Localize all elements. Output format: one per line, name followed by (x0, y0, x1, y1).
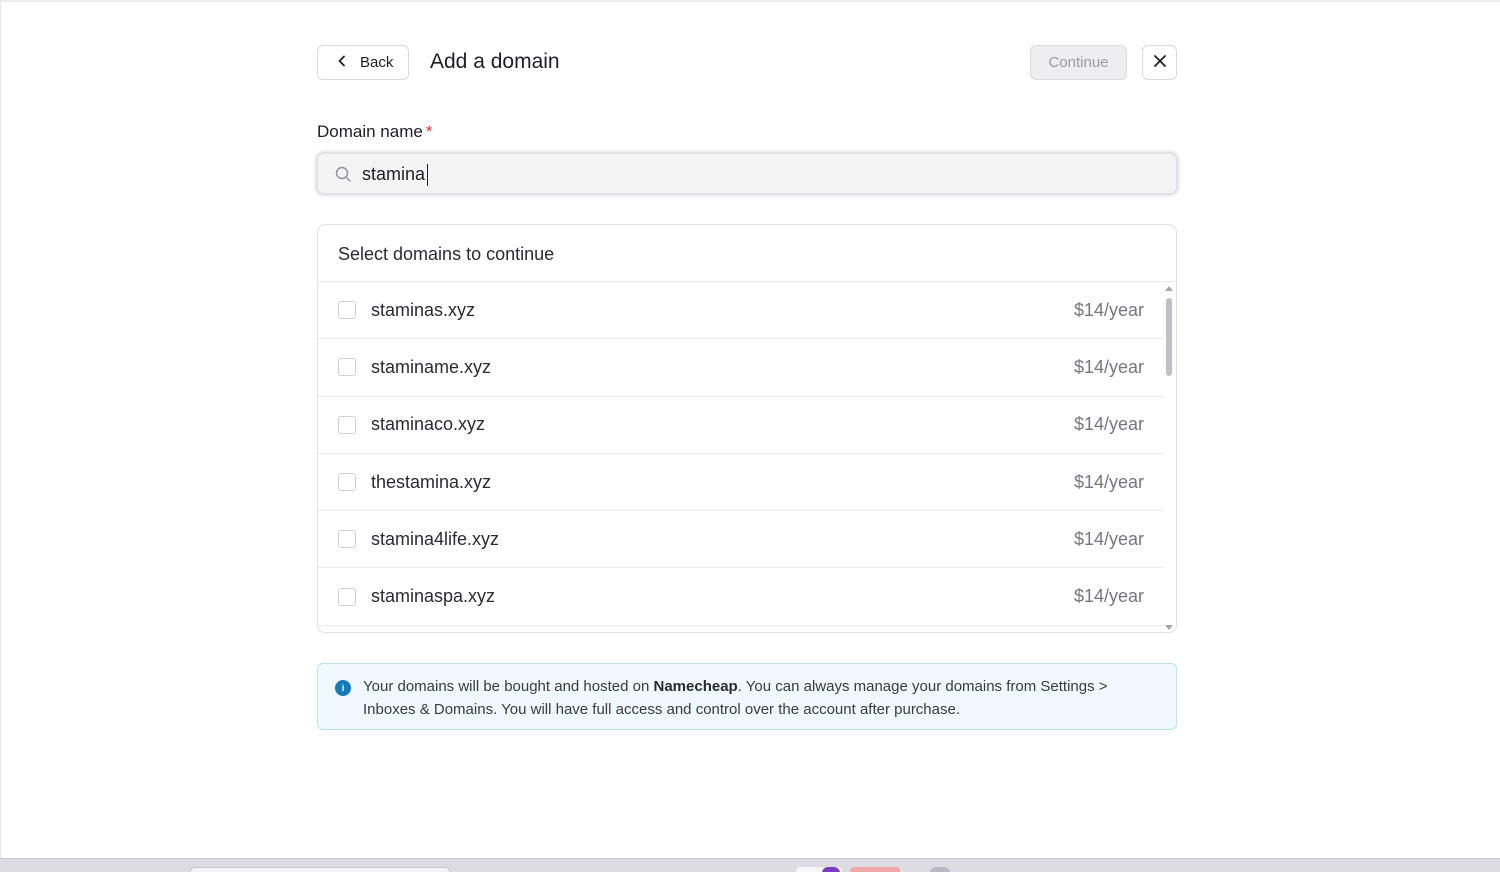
taskbar-search[interactable] (190, 867, 450, 872)
domain-name: staminaco.xyz (371, 414, 486, 435)
domain-list: staminas.xyz $14/year staminame.xyz $14/… (318, 282, 1164, 632)
domain-name: thestamina.xyz (371, 471, 492, 492)
back-label: Back (360, 54, 394, 71)
domain-checkbox[interactable] (338, 415, 356, 434)
domain-row[interactable]: stamina4life.xyz $14/year (318, 511, 1164, 569)
text-caret (427, 164, 428, 186)
back-button[interactable]: Back (317, 45, 409, 80)
domain-row[interactable]: staminame.xyz $14/year (318, 339, 1164, 397)
domain-row[interactable]: staminaco.xyz $14/year (318, 397, 1164, 454)
domain-checkbox[interactable] (338, 587, 356, 606)
scroll-down-arrow-icon[interactable] (1165, 625, 1173, 630)
domain-search-input[interactable] (362, 162, 1152, 186)
scroll-up-arrow-icon[interactable] (1165, 286, 1173, 291)
header: Back Add a domain Continue (317, 45, 1177, 81)
domain-checkbox[interactable] (338, 358, 356, 377)
domain-price: $14/year (1073, 414, 1144, 435)
domain-price: $14/year (1073, 586, 1144, 607)
domain-name-label: Domain name * (317, 122, 432, 142)
page-frame: Back Add a domain Continue Domain name * … (0, 0, 1500, 858)
domain-name: staminaspa.xyz (371, 586, 496, 607)
chevron-left-icon (336, 54, 348, 71)
domain-name: staminame.xyz (371, 356, 492, 377)
domain-price: $14/year (1073, 299, 1144, 320)
domain-row[interactable]: staminas.xyz $14/year (318, 282, 1164, 340)
info-provider: Namecheap (653, 678, 738, 695)
domain-checkbox[interactable] (338, 473, 356, 492)
taskbar-app[interactable] (850, 867, 900, 872)
list-scrollbar[interactable] (1162, 282, 1176, 632)
domain-search-field[interactable] (316, 152, 1178, 195)
continue-button[interactable]: Continue (1030, 45, 1127, 80)
domain-checkbox[interactable] (338, 530, 356, 549)
domain-checkbox[interactable] (338, 301, 356, 320)
scroll-thumb[interactable] (1166, 298, 1172, 376)
domain-price: $14/year (1073, 471, 1144, 492)
globe-icon[interactable] (930, 867, 950, 872)
close-button[interactable] (1142, 45, 1177, 80)
info-text-start: Your domains will be bought and hosted o… (363, 678, 654, 695)
app-icon[interactable] (822, 867, 840, 872)
domain-name-label-text: Domain name (317, 122, 423, 141)
domain-row[interactable]: staminaspa.xyz $14/year (318, 568, 1164, 626)
domain-name: staminas.xyz (371, 299, 476, 320)
page-title: Add a domain (430, 50, 560, 73)
domain-price: $14/year (1073, 356, 1144, 377)
required-mark: * (425, 122, 433, 141)
domain-price: $14/year (1073, 528, 1144, 549)
info-banner: i Your domains will be bought and hosted… (317, 663, 1177, 730)
domain-list-card: Select domains to continue staminas.xyz … (317, 224, 1177, 633)
domain-row[interactable]: thestamina.xyz $14/year (318, 454, 1164, 512)
close-icon (1153, 54, 1167, 71)
info-icon: i (335, 680, 351, 696)
taskbar (0, 858, 1500, 872)
domain-list-heading: Select domains to continue (318, 225, 1176, 282)
domain-name: stamina4life.xyz (371, 528, 500, 549)
